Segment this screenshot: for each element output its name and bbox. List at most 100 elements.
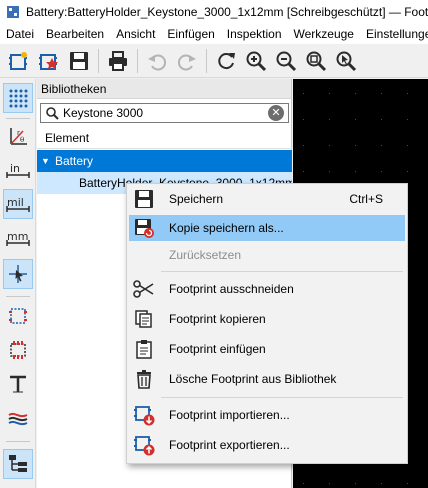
zoom-fit-icon[interactable] (301, 46, 331, 76)
via-icon[interactable] (3, 335, 33, 365)
grid-dot (303, 171, 304, 172)
menu-item-import-footprint[interactable]: Footprint importieren... (129, 402, 405, 428)
print-icon[interactable] (103, 46, 133, 76)
grid-dot (355, 483, 356, 484)
title-bar: Battery:BatteryHolder_Keystone_3000_1x12… (0, 0, 428, 24)
grid-dot (381, 93, 382, 94)
toolbar-separator (6, 441, 30, 442)
svg-text:mm: mm (7, 230, 28, 243)
menu-item-delete-footprint[interactable]: Lösche Footprint aus Bibliothek (129, 366, 405, 392)
grid-dot (303, 93, 304, 94)
menu-separator (161, 397, 403, 398)
tree-column-header[interactable]: Element (37, 127, 292, 149)
grid-dot (381, 483, 382, 484)
window-title: Battery:BatteryHolder_Keystone_3000_1x12… (26, 5, 428, 19)
grid-dot (329, 93, 330, 94)
grid-dot (381, 145, 382, 146)
save-icon (133, 188, 155, 210)
menu-bearbeiten[interactable]: Bearbeiten (40, 24, 110, 44)
grid-dot (329, 119, 330, 120)
grid-dot (303, 119, 304, 120)
pad-outline-icon[interactable] (3, 301, 33, 331)
grid-dot (407, 119, 408, 120)
toolbar-separator (6, 118, 30, 119)
menu-item-cut-footprint[interactable]: Footprint ausschneiden (129, 276, 405, 302)
menu-item-save[interactable]: Speichern Ctrl+S (129, 186, 405, 212)
grid-dot (329, 145, 330, 146)
library-name: Battery (55, 154, 94, 168)
search-icon (43, 104, 61, 122)
context-menu: Speichern Ctrl+S Kopie speichern als... … (126, 183, 408, 464)
menu-item-paste-footprint[interactable]: Footprint einfügen (129, 336, 405, 362)
show-library-tree-icon[interactable] (3, 449, 33, 479)
menu-werkzeuge[interactable]: Werkzeuge (288, 24, 360, 44)
import-footprint-icon (133, 404, 155, 426)
menu-item-save-copy-as[interactable]: Kopie speichern als... (129, 215, 405, 241)
text-outline-icon[interactable] (3, 369, 33, 399)
mils-icon[interactable]: mil (3, 189, 33, 219)
svg-text:in: in (10, 162, 20, 175)
menu-ansicht[interactable]: Ansicht (110, 24, 161, 44)
grid-dot (355, 171, 356, 172)
export-footprint-icon (133, 434, 155, 456)
menu-item-label: Footprint einfügen (169, 342, 266, 356)
chevron-down-icon[interactable]: ▼ (41, 156, 55, 166)
menu-item-shortcut: Ctrl+S (349, 192, 383, 206)
zoom-out-icon[interactable] (271, 46, 301, 76)
save-icon[interactable] (64, 46, 94, 76)
redo-icon[interactable] (172, 46, 202, 76)
grid-dot (355, 145, 356, 146)
left-toolbar: rθ in mil mm (0, 79, 36, 488)
footprint-wizard-icon[interactable] (34, 46, 64, 76)
grid-dot (329, 483, 330, 484)
grid-icon[interactable] (3, 83, 33, 113)
grid-dot (381, 171, 382, 172)
scissors-icon (133, 278, 155, 300)
millimeters-icon[interactable]: mm (3, 223, 33, 253)
menu-einfuegen[interactable]: Einfügen (161, 24, 220, 44)
menu-item-label: Footprint importieren... (169, 408, 290, 422)
menu-item-revert[interactable]: Zurücksetzen (129, 242, 405, 268)
grid-dot (407, 171, 408, 172)
library-panel-header: Bibliotheken (37, 79, 291, 99)
tree-item-library[interactable]: ▼ Battery (37, 150, 292, 172)
polar-coords-icon[interactable]: rθ (3, 121, 33, 151)
menu-item-copy-footprint[interactable]: Footprint kopieren (129, 306, 405, 332)
menu-item-export-footprint[interactable]: Footprint exportieren... (129, 432, 405, 458)
grid-dot (303, 145, 304, 146)
main-toolbar (0, 44, 428, 78)
zoom-in-icon[interactable] (241, 46, 271, 76)
clear-search-icon[interactable]: ✕ (268, 105, 284, 121)
menu-einstellungen[interactable]: Einstellungen (360, 24, 428, 44)
menu-item-label: Footprint ausschneiden (169, 282, 294, 296)
inches-icon[interactable]: in (3, 155, 33, 185)
svg-text:θ: θ (20, 136, 24, 144)
menu-item-label: Zurücksetzen (169, 248, 242, 262)
search-input[interactable]: Keystone 3000 (61, 106, 268, 120)
new-footprint-icon[interactable] (4, 46, 34, 76)
toolbar-separator (206, 48, 207, 73)
toolbar-separator (98, 48, 99, 73)
undo-icon[interactable] (142, 46, 172, 76)
grid-dot (381, 119, 382, 120)
paste-icon (133, 338, 155, 360)
toolbar-separator (6, 296, 30, 297)
cursor-crosshair-icon[interactable] (3, 259, 33, 289)
save-as-icon (133, 217, 155, 239)
menu-inspektion[interactable]: Inspektion (221, 24, 288, 44)
grid-dot (407, 145, 408, 146)
grid-dot (303, 483, 304, 484)
menu-separator (161, 271, 403, 272)
high-contrast-icon[interactable] (3, 403, 33, 433)
menu-item-label: Speichern (169, 192, 224, 206)
menu-item-label: Lösche Footprint aus Bibliothek (169, 372, 337, 386)
search-field[interactable]: Keystone 3000 ✕ (40, 103, 289, 123)
menu-item-label: Kopie speichern als... (169, 221, 284, 235)
zoom-selection-icon[interactable] (331, 46, 361, 76)
grid-dot (407, 93, 408, 94)
copy-icon (133, 308, 155, 330)
toolbar-separator (137, 48, 138, 73)
revert-icon (133, 244, 155, 266)
refresh-icon[interactable] (211, 46, 241, 76)
menu-datei[interactable]: Datei (0, 24, 40, 44)
